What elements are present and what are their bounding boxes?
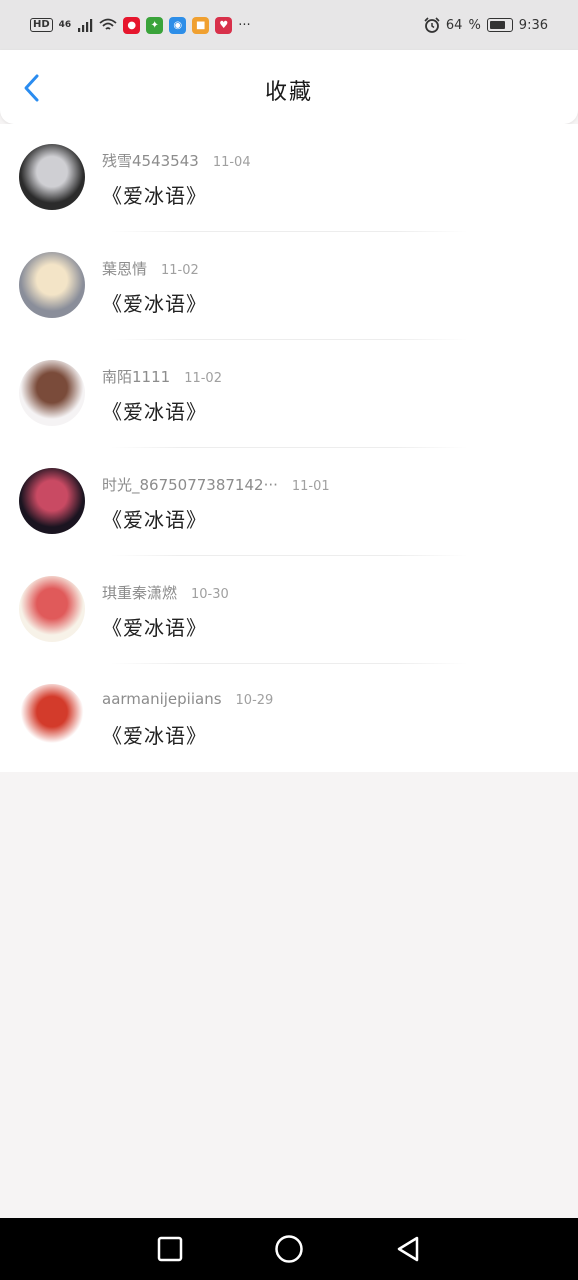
header: 收藏	[0, 50, 578, 124]
circle-icon	[275, 1235, 303, 1263]
item-meta: 南陌1111 11-02	[102, 366, 222, 387]
item-date: 11-01	[291, 479, 330, 494]
triangle-back-icon	[398, 1236, 419, 1262]
hd-icon: HD	[30, 18, 53, 32]
list-item[interactable]: 南陌1111 11-02 《爱冰语》	[0, 340, 578, 448]
book-title[interactable]: 《爱冰语》	[102, 396, 207, 425]
item-meta: 葉恩情 11-02	[102, 258, 199, 279]
book-title[interactable]: 《爱冰语》	[102, 612, 207, 641]
home-button[interactable]	[271, 1231, 307, 1267]
browser-icon: ◉	[169, 16, 187, 34]
item-meta: 时光_8675077387142··· 11-01	[102, 474, 330, 495]
cell-bars-icon	[78, 19, 93, 32]
list-item[interactable]: 残雪4543543 11-04 《爱冰语》	[0, 124, 578, 232]
item-meta: aarmanijepiians 10-29	[102, 690, 273, 708]
item-date: 11-02	[161, 263, 199, 278]
favorites-list: 残雪4543543 11-04 《爱冰语》 葉恩情 11-02 《爱冰语》 南陌1111 11…	[0, 124, 578, 772]
navigation-bar	[0, 1218, 578, 1280]
avatar[interactable]	[19, 144, 85, 210]
avatar[interactable]	[19, 468, 85, 534]
status-left: HD 46 ● ✦ ◉ ■ ♥ ···	[30, 16, 251, 34]
list-item[interactable]: 琪重秦潇燃 10-30 《爱冰语》	[0, 556, 578, 664]
list-item[interactable]: 葉恩情 11-02 《爱冰语》	[0, 232, 578, 340]
status-bar: HD 46 ● ✦ ◉ ■ ♥ ··· 64 % 9:36	[0, 0, 578, 50]
list-item[interactable]: 时光_8675077387142··· 11-01 《爱冰语》	[0, 448, 578, 556]
item-date: 11-02	[184, 371, 222, 386]
item-date: 11-04	[212, 155, 251, 170]
avatar[interactable]	[19, 684, 85, 750]
recents-button[interactable]	[152, 1231, 188, 1267]
back-nav-button[interactable]	[390, 1231, 426, 1267]
item-meta: 残雪4543543 11-04	[102, 150, 251, 171]
page-title: 收藏	[264, 80, 313, 105]
square-icon	[157, 1236, 182, 1262]
app-icon: ■	[192, 16, 210, 34]
book-title[interactable]: 《爱冰语》	[102, 720, 207, 749]
avatar[interactable]	[19, 252, 85, 318]
alarm-icon	[424, 17, 440, 33]
weibo-icon: ●	[123, 16, 141, 34]
item-date: 10-30	[191, 587, 229, 602]
wifi-icon	[99, 18, 117, 30]
percent-sign: %	[468, 17, 481, 33]
signal-icon: 46	[58, 20, 72, 30]
wechat-icon: ✦	[146, 16, 164, 34]
avatar[interactable]	[19, 576, 85, 642]
author-name[interactable]: 琪重秦潇燃	[102, 584, 177, 602]
book-title[interactable]: 《爱冰语》	[102, 288, 207, 317]
author-name[interactable]: 时光_8675077387142···	[102, 476, 278, 494]
author-name[interactable]: aarmanijepiians	[102, 690, 222, 708]
author-name[interactable]: 南陌1111	[102, 368, 170, 386]
more-icon: ···	[238, 17, 251, 33]
item-date: 10-29	[235, 693, 274, 708]
book-title[interactable]: 《爱冰语》	[102, 504, 207, 533]
item-meta: 琪重秦潇燃 10-30	[102, 582, 229, 603]
author-name[interactable]: 残雪4543543	[102, 152, 199, 170]
battery-percent: 64	[445, 17, 463, 33]
heart-app-icon: ♥	[215, 16, 233, 34]
author-name[interactable]: 葉恩情	[102, 260, 147, 278]
avatar[interactable]	[19, 360, 85, 426]
battery-icon	[486, 18, 513, 32]
screen: HD 46 ● ✦ ◉ ■ ♥ ··· 64 % 9:36 收藏 残雪45435…	[0, 0, 578, 1280]
list-item[interactable]: aarmanijepiians 10-29 《爱冰语》	[0, 664, 578, 772]
clock: 9:36	[518, 17, 548, 33]
status-right: 64 % 9:36	[424, 17, 548, 33]
book-title[interactable]: 《爱冰语》	[102, 180, 207, 209]
